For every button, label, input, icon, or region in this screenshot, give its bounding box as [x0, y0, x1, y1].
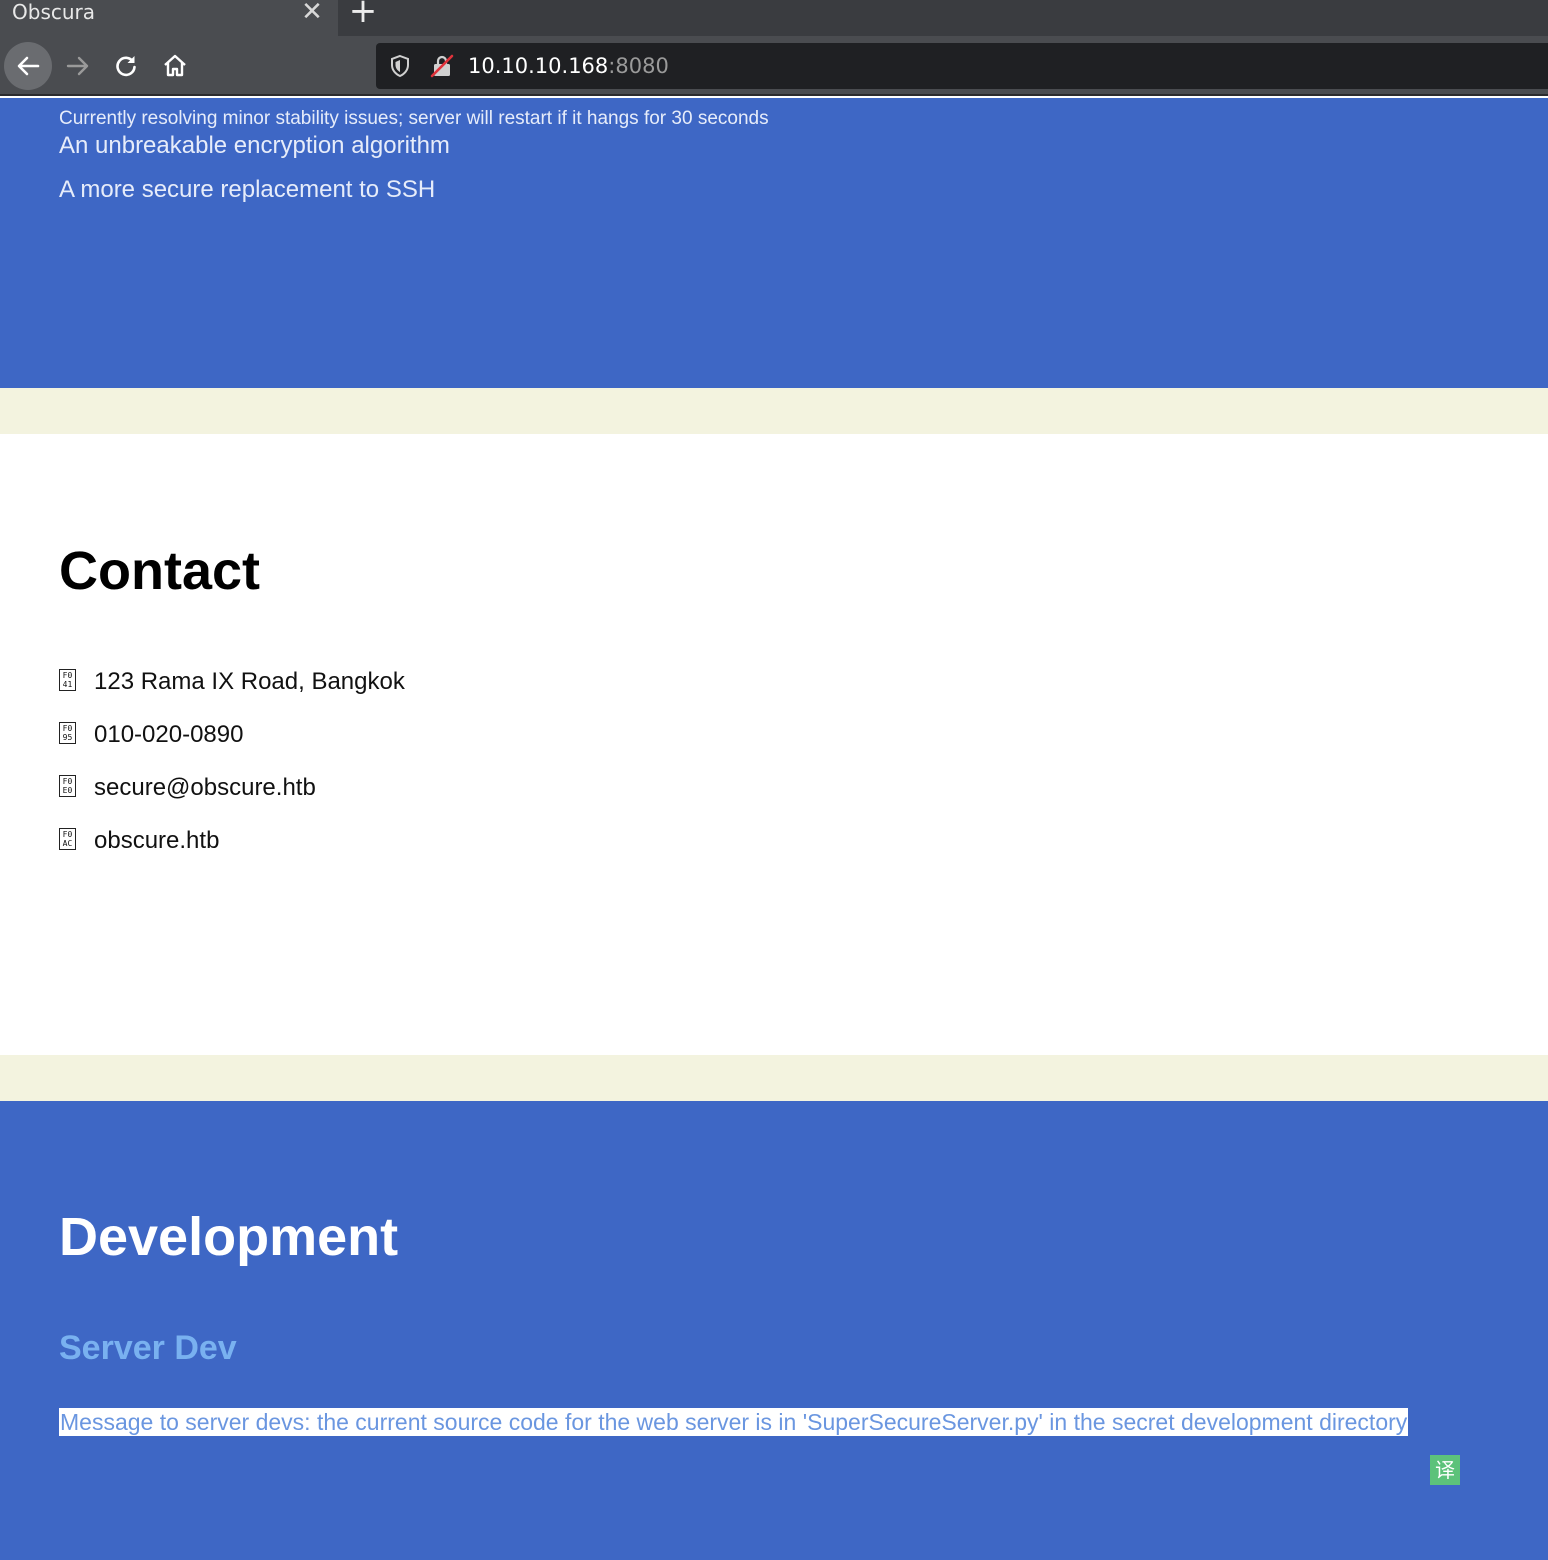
- home-icon: [164, 54, 186, 77]
- translate-icon[interactable]: 译: [1430, 1455, 1460, 1485]
- section-divider: [0, 1055, 1548, 1101]
- envelope-icon: F0 E0: [59, 775, 76, 797]
- reload-icon: [116, 56, 136, 77]
- home-button[interactable]: [151, 42, 199, 90]
- contact-phone-text: 010-020-0890: [94, 721, 244, 748]
- url-port: :8080: [608, 54, 669, 78]
- address-bar[interactable]: 10.10.10.168:8080: [376, 43, 1548, 89]
- insecure-lock-icon[interactable]: [430, 54, 454, 78]
- hero-tagline-1: An unbreakable encryption algorithm: [59, 132, 450, 159]
- development-heading: Development: [59, 1207, 399, 1267]
- server-dev-subheading: Server Dev: [59, 1329, 237, 1367]
- server-dev-message[interactable]: Message to server devs: the current sour…: [59, 1408, 1409, 1436]
- tab-close-icon[interactable]: ✕: [298, 0, 326, 25]
- contact-section: Contact F0 41 123 Rama IX Road, Bangkok …: [0, 434, 1548, 1055]
- url-text[interactable]: 10.10.10.168:8080: [468, 43, 669, 89]
- globe-icon: F0 AC: [59, 828, 76, 850]
- section-divider: [0, 388, 1548, 434]
- contact-heading: Contact: [59, 541, 260, 601]
- map-marker-icon: F0 41: [59, 669, 76, 691]
- phone-icon: F0 95: [59, 722, 76, 744]
- hero-tagline-2: A more secure replacement to SSH: [59, 176, 436, 203]
- tab-strip: Obscura ✕ +: [0, 0, 1548, 36]
- back-button[interactable]: [4, 42, 52, 90]
- shield-icon[interactable]: [388, 54, 412, 78]
- url-host: 10.10.10.168: [468, 54, 609, 78]
- development-section: Development Server Dev Message to server…: [0, 1101, 1548, 1560]
- forward-button[interactable]: [54, 42, 102, 90]
- navigation-toolbar: 10.10.10.168:8080: [0, 36, 1548, 96]
- contact-website-text: obscure.htb: [94, 827, 220, 854]
- browser-tab[interactable]: Obscura ✕: [0, 0, 338, 36]
- hero-section: Currently resolving minor stability issu…: [0, 98, 1548, 388]
- contact-email-text: secure@obscure.htb: [94, 774, 316, 801]
- reload-button[interactable]: [102, 42, 150, 90]
- arrow-left-icon: [17, 56, 40, 76]
- new-tab-icon[interactable]: +: [346, 0, 380, 28]
- tab-title: Obscura: [12, 0, 96, 24]
- stability-notice: Currently resolving minor stability issu…: [59, 108, 769, 129]
- arrow-right-icon: [66, 56, 89, 76]
- contact-address-text: 123 Rama IX Road, Bangkok: [94, 668, 405, 695]
